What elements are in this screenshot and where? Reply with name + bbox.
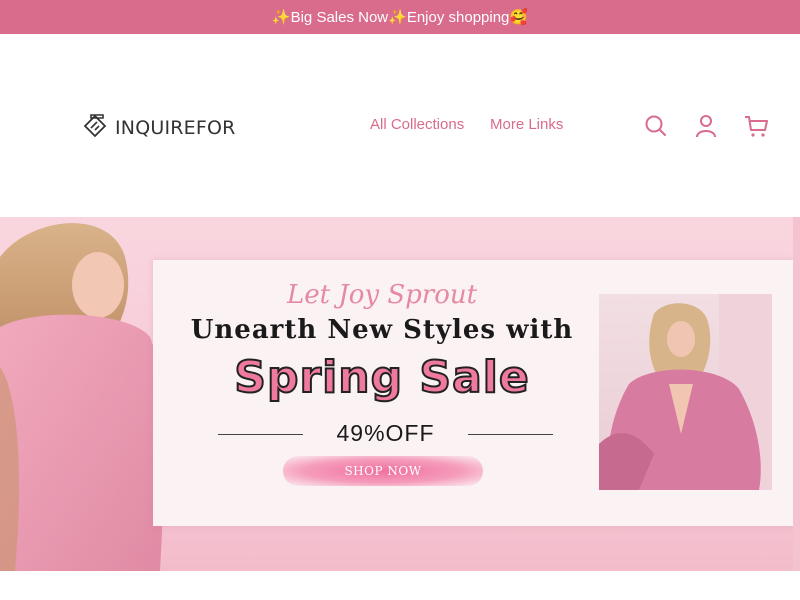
diamond-icon (81, 112, 111, 143)
announcement-bar: ✨Big Sales Now✨Enjoy shopping🥰 (0, 0, 800, 34)
announcement-text: ✨Big Sales Now✨Enjoy shopping🥰 (271, 9, 529, 26)
nav-all-collections[interactable]: All Collections (370, 116, 464, 133)
cart-icon[interactable] (743, 113, 769, 139)
account-icon[interactable] (693, 113, 719, 139)
search-icon[interactable] (643, 113, 669, 139)
site-header: INQUIREFOR All Collections More Links (0, 34, 800, 217)
logo-text: INQUIREFOR (115, 116, 236, 139)
shop-now-button[interactable]: SHOP NOW (283, 456, 483, 486)
hero-banner[interactable]: Let Joy Sprout Unearth New Styles with S… (0, 217, 800, 571)
curtain-decoration (793, 217, 800, 571)
promo-panel: Let Joy Sprout Unearth New Styles with S… (153, 260, 793, 526)
promo-tagline: Let Joy Sprout (286, 280, 478, 310)
nav-more-links[interactable]: More Links (490, 116, 563, 133)
model-photo (599, 294, 772, 490)
divider-right (468, 434, 553, 435)
logo[interactable]: INQUIREFOR (81, 112, 236, 143)
promo-sale-title: Spring Sale (233, 351, 530, 404)
promo-headline: Unearth New Styles with (190, 315, 574, 345)
discount-row: 49%OFF (218, 420, 553, 448)
